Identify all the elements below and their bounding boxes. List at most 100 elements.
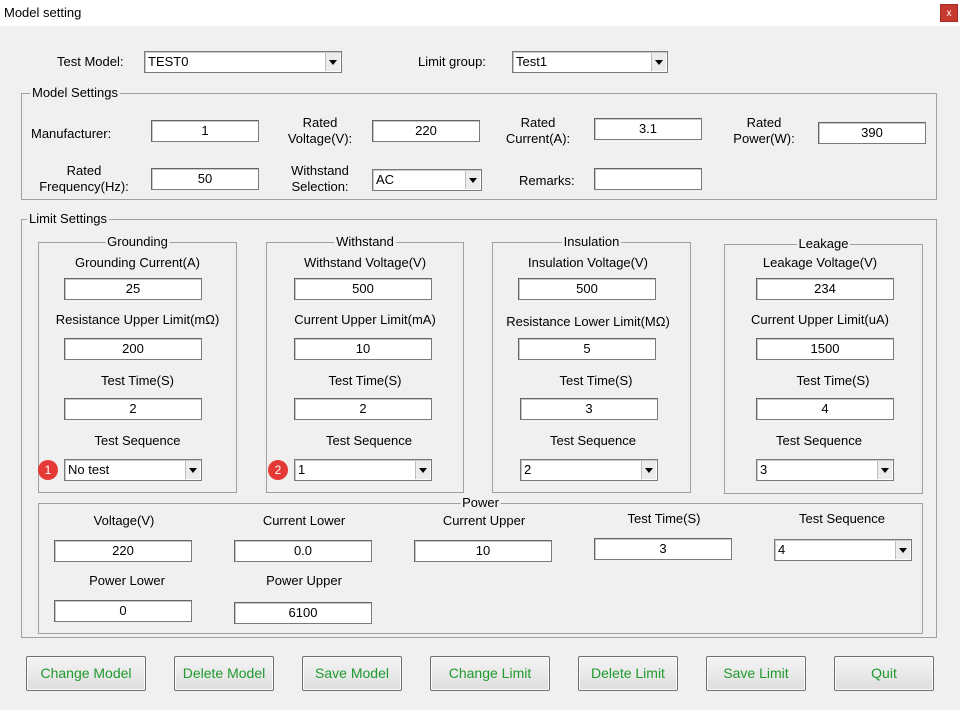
chevron-down-icon[interactable] [185, 461, 200, 479]
change-model-button[interactable]: Change Model [26, 656, 146, 691]
delete-limit-button[interactable]: Delete Limit [578, 656, 678, 691]
withstand-selection-label: Withstand Selection: [276, 163, 364, 195]
withstand-selection-select[interactable]: AC [372, 169, 482, 191]
save-model-button[interactable]: Save Model [302, 656, 402, 691]
withstand-time-field[interactable]: 2 [294, 398, 432, 420]
power-time-label: Test Time(S) [627, 511, 701, 526]
chevron-down-icon[interactable] [877, 461, 892, 479]
grounding-sequence-value: No test [68, 462, 110, 477]
power-sequence-label: Test Sequence [798, 511, 885, 526]
remarks-label: Remarks: [519, 173, 575, 188]
power-upper-label: Power Upper [266, 573, 342, 588]
power-current-lower-label: Current Lower [262, 513, 346, 528]
withstand-title: Withstand [334, 234, 396, 249]
grounding-sequence-select[interactable]: No test [64, 459, 202, 481]
rated-voltage-label: Rated Voltage(V): [276, 115, 364, 147]
chevron-down-icon[interactable] [641, 461, 656, 479]
limit-group-select[interactable]: Test1 [512, 51, 668, 73]
grounding-current-field[interactable]: 25 [64, 278, 202, 300]
limit-group-value: Test1 [516, 54, 548, 69]
leakage-sequence-label: Test Sequence [775, 433, 862, 448]
window-title: Model setting [4, 5, 82, 20]
leakage-current-field[interactable]: 1500 [756, 338, 894, 360]
leakage-time-label: Test Time(S) [796, 373, 870, 388]
rated-voltage-label-line1: Rated [302, 115, 338, 130]
rated-current-label-line2: Current(A): [505, 131, 571, 146]
withstand-selection-label-line1: Withstand [291, 163, 349, 178]
power-voltage-label: Voltage(V) [93, 513, 155, 528]
quit-button[interactable]: Quit [834, 656, 934, 691]
withstand-sequence-value: 1 [298, 462, 306, 477]
power-sequence-value: 4 [778, 542, 786, 557]
power-lower-field[interactable]: 0 [54, 600, 192, 622]
change-limit-button[interactable]: Change Limit [430, 656, 550, 691]
withstand-selection-value: AC [376, 172, 395, 187]
grounding-time-field[interactable]: 2 [64, 398, 202, 420]
power-current-upper-label: Current Upper [442, 513, 526, 528]
chevron-down-icon[interactable] [651, 53, 666, 71]
test-model-select[interactable]: TEST0 [144, 51, 342, 73]
badge-2: 2 [268, 460, 288, 480]
insulation-time-field[interactable]: 3 [520, 398, 658, 420]
close-button[interactable]: x [940, 4, 958, 22]
delete-model-button[interactable]: Delete Model [174, 656, 274, 691]
withstand-current-field[interactable]: 10 [294, 338, 432, 360]
insulation-sequence-value: 2 [524, 462, 532, 477]
insulation-resistance-field[interactable]: 5 [518, 338, 656, 360]
insulation-sequence-select[interactable]: 2 [520, 459, 658, 481]
withstand-selection-label-line2: Selection: [291, 179, 349, 194]
insulation-voltage-field[interactable]: 500 [518, 278, 656, 300]
power-current-lower-field[interactable]: 0.0 [234, 540, 372, 562]
chevron-down-icon[interactable] [415, 461, 430, 479]
power-voltage-field[interactable]: 220 [54, 540, 192, 562]
rated-frequency-field[interactable]: 50 [151, 168, 259, 190]
limit-settings-title: Limit Settings [27, 211, 110, 226]
rated-frequency-label: Rated Frequency(Hz): [28, 163, 140, 195]
rated-frequency-label-line1: Rated [66, 163, 102, 178]
remarks-field[interactable] [594, 168, 702, 190]
withstand-voltage-field[interactable]: 500 [294, 278, 432, 300]
rated-current-field[interactable]: 3.1 [594, 118, 702, 140]
test-model-label: Test Model: [57, 54, 124, 69]
grounding-title: Grounding [105, 234, 170, 249]
insulation-sequence-label: Test Sequence [549, 433, 636, 448]
leakage-time-field[interactable]: 4 [756, 398, 894, 420]
save-limit-button[interactable]: Save Limit [706, 656, 806, 691]
badge-1: 1 [38, 460, 58, 480]
rated-power-label-line2: Power(W): [733, 131, 795, 146]
insulation-resistance-label: Resistance Lower Limit(MΩ) [506, 314, 670, 329]
withstand-sequence-label: Test Sequence [325, 433, 412, 448]
power-title: Power [460, 495, 501, 510]
insulation-time-label: Test Time(S) [559, 373, 633, 388]
leakage-voltage-label: Leakage Voltage(V) [762, 255, 878, 270]
insulation-voltage-label: Insulation Voltage(V) [528, 255, 648, 270]
leakage-current-label: Current Upper Limit(uA) [751, 312, 889, 327]
power-time-field[interactable]: 3 [594, 538, 732, 560]
rated-power-field[interactable]: 390 [818, 122, 926, 144]
power-sequence-select[interactable]: 4 [774, 539, 912, 561]
manufacturer-field[interactable]: 1 [151, 120, 259, 142]
title-bar: Model setting x [0, 0, 960, 26]
grounding-resistance-label: Resistance Upper Limit(mΩ) [55, 312, 220, 327]
chevron-down-icon[interactable] [465, 171, 480, 189]
grounding-time-label: Test Time(S) [101, 373, 174, 388]
rated-power-label: Rated Power(W): [722, 115, 806, 147]
chevron-down-icon[interactable] [895, 541, 910, 559]
withstand-time-label: Test Time(S) [328, 373, 402, 388]
limit-group-label: Limit group: [418, 54, 486, 69]
power-upper-field[interactable]: 6100 [234, 602, 372, 624]
rated-voltage-field[interactable]: 220 [372, 120, 480, 142]
rated-power-label-line1: Rated [746, 115, 782, 130]
chevron-down-icon[interactable] [325, 53, 340, 71]
leakage-sequence-value: 3 [760, 462, 768, 477]
grounding-resistance-field[interactable]: 200 [64, 338, 202, 360]
rated-voltage-label-line2: Voltage(V): [287, 131, 353, 146]
leakage-voltage-field[interactable]: 234 [756, 278, 894, 300]
test-model-value: TEST0 [148, 54, 189, 69]
insulation-title: Insulation [561, 234, 622, 249]
power-current-upper-field[interactable]: 10 [414, 540, 552, 562]
withstand-sequence-select[interactable]: 1 [294, 459, 432, 481]
leakage-sequence-select[interactable]: 3 [756, 459, 894, 481]
manufacturer-label: Manufacturer: [31, 126, 112, 141]
model-settings-title: Model Settings [30, 85, 120, 100]
